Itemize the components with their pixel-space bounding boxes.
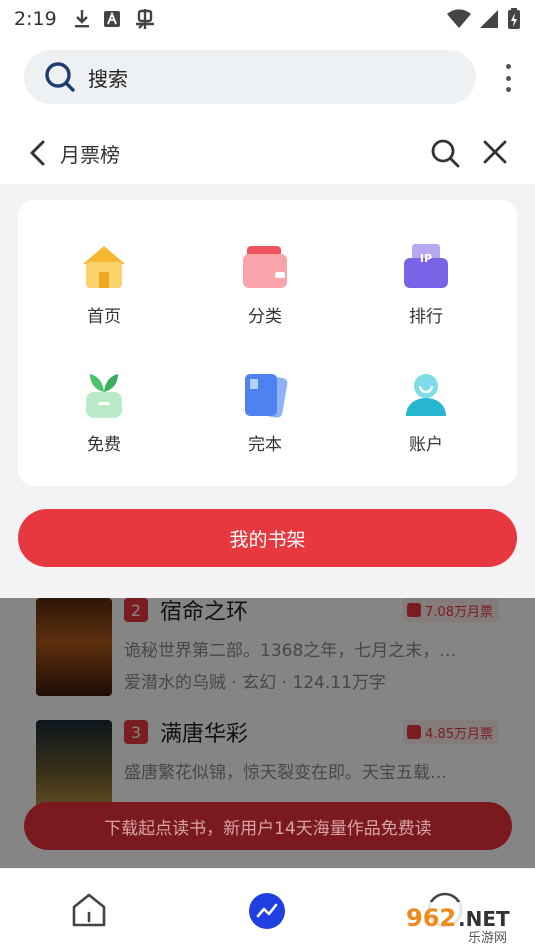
menu-label: 分类 [248, 307, 282, 327]
wifi-icon [447, 9, 471, 28]
close-icon[interactable] [482, 139, 508, 165]
svg-text:962: 962 [406, 904, 456, 932]
page-title: 月票榜 [60, 143, 120, 167]
battery-icon [508, 8, 520, 29]
menu-label: 完本 [248, 435, 282, 455]
menu-item-account[interactable]: 账户 [366, 370, 486, 470]
my-bookshelf-button[interactable]: 我的书架 [18, 509, 517, 567]
menu-card: 首页 分类 IP 排行 免费 完本 账户 [18, 200, 517, 486]
header-search-icon[interactable] [430, 138, 460, 168]
browser-search-bar[interactable]: 搜索 [24, 50, 476, 104]
account-icon [406, 374, 446, 416]
menu-item-category[interactable]: 分类 [205, 242, 325, 342]
menu-panel: 首页 分类 IP 排行 免费 完本 账户 我的书架 [0, 184, 535, 598]
ranking-icon: IP [404, 244, 448, 288]
svg-text:乐游网: 乐游网 [468, 931, 507, 946]
a-box-icon [103, 11, 120, 27]
status-icons-right [447, 8, 521, 30]
menu-label: 免费 [87, 435, 121, 455]
menu-label: 首页 [87, 307, 121, 327]
status-icons-left [73, 8, 157, 30]
trend-icon[interactable] [249, 893, 285, 929]
download-icon [74, 10, 89, 28]
category-icon [243, 246, 287, 288]
download-banner[interactable]: 下载起点读书，新用户14天海量作品免费读 [24, 802, 512, 850]
home-icon[interactable] [70, 891, 108, 929]
back-arrow-icon[interactable] [24, 138, 52, 168]
menu-label: 账户 [409, 435, 443, 455]
status-bar: 2:19 [0, 0, 535, 38]
search-label: 搜索 [88, 66, 128, 91]
signal-icon [480, 10, 498, 28]
finished-icon [245, 374, 288, 418]
kebab-icon[interactable] [503, 64, 513, 92]
trend-line-icon [256, 903, 278, 918]
watermark-graphic: 962 .NET 乐游网 [398, 902, 530, 946]
page-header: 月票榜 [0, 124, 535, 182]
svg-text:IP: IP [420, 252, 432, 265]
menu-item-home[interactable]: 首页 [44, 242, 164, 342]
browser-bar: 搜索 [0, 38, 535, 116]
home-icon [83, 246, 125, 288]
bug-icon [135, 9, 154, 29]
free-icon [86, 374, 122, 418]
status-time: 2:19 [14, 8, 57, 30]
menu-item-finished[interactable]: 完本 [205, 370, 325, 470]
menu-item-free[interactable]: 免费 [44, 370, 164, 470]
watermark-logo: 962 .NET 乐游网 [398, 900, 530, 948]
menu-label: 排行 [409, 307, 443, 327]
svg-text:.NET: .NET [458, 907, 510, 931]
menu-item-ranking[interactable]: IP 排行 [366, 242, 486, 342]
search-icon [45, 62, 75, 92]
